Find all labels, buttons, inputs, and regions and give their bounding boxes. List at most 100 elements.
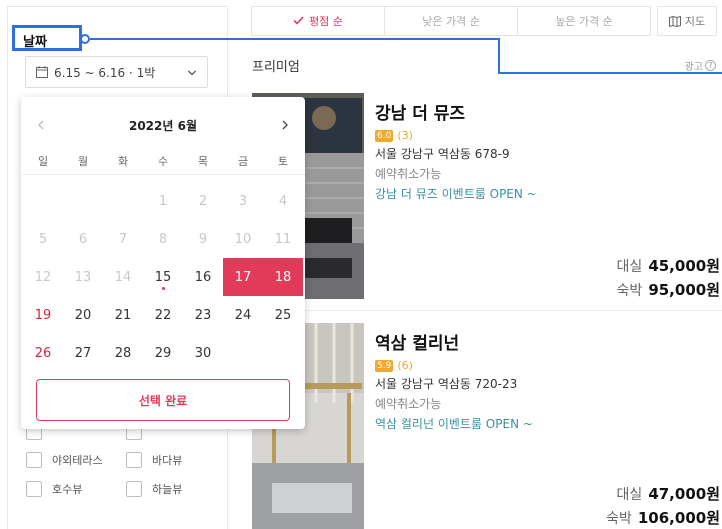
listing-rating: 5.9 (6) — [375, 359, 533, 372]
review-count: (3) — [397, 129, 413, 142]
calendar-day[interactable]: 20 — [63, 296, 103, 334]
checkbox[interactable] — [26, 481, 42, 497]
weekday-label: 수 — [157, 155, 169, 168]
calendar-day[interactable]: 23 — [183, 296, 223, 334]
annotation-line — [90, 38, 500, 40]
section-title: 프리미엄 — [252, 60, 300, 75]
calendar-day[interactable]: 22 — [143, 296, 183, 334]
calendar-empty-cell — [63, 182, 103, 220]
weekday-label: 일 — [37, 155, 49, 168]
calendar-day[interactable]: 28 — [103, 334, 143, 372]
calendar-day[interactable]: 15 — [143, 258, 183, 296]
calendar-icon — [36, 66, 48, 78]
calendar-days-grid: 1 2 3 4 5 6 7 8 9 10 11 12 13 14 15 16 17 18 19 20 21 22 23 24 2… — [21, 175, 305, 372]
listing-card[interactable]: 역삼 컬리넌 5.9 (6) 서울 강남구 역삼동 720-23 예약취소가능 … — [252, 323, 722, 529]
calendar-day[interactable]: 27 — [63, 334, 103, 372]
listing-card[interactable]: 강남 더 뮤즈 6.0 (3) 서울 강남구 역삼동 678-9 예약취소가능 … — [252, 93, 722, 299]
checkbox-lake-view[interactable]: 호수뷰 — [26, 481, 82, 497]
map-button[interactable]: 지도 — [657, 6, 717, 36]
listing-info: 강남 더 뮤즈 6.0 (3) 서울 강남구 역삼동 678-9 예약취소가능 … — [375, 99, 537, 202]
calendar-day[interactable]: 24 — [223, 296, 263, 334]
calendar-day[interactable]: 18 — [263, 258, 303, 296]
calendar-day: 7 — [118, 231, 128, 247]
listing-address: 서울 강남구 역삼동 720-23 — [375, 377, 518, 391]
calendar-day[interactable]: 25 — [263, 296, 303, 334]
calendar-popup: 2022년 6월 일 월 화 수 목 금 토 1 2 3 4 5 6 7 8 9 10 11 12 13… — [21, 97, 305, 429]
calendar-day: 3 — [238, 193, 248, 209]
calendar-empty-cell — [23, 182, 63, 220]
annotation-line — [498, 38, 500, 74]
listing-name[interactable]: 역삼 컬리넌 — [375, 329, 533, 354]
sort-label: 평점 순 — [309, 15, 343, 28]
calendar-day: 12 — [34, 269, 52, 285]
ad-label-text: 광고 — [684, 62, 703, 73]
listing-name[interactable]: 강남 더 뮤즈 — [375, 99, 537, 124]
review-count: (6) — [397, 359, 413, 372]
prev-month-button[interactable] — [31, 115, 51, 135]
stay-label: 숙박 — [606, 511, 632, 527]
calendar-day[interactable]: 19 — [23, 296, 63, 334]
rent-label: 대실 — [616, 487, 643, 503]
weekday-header: 일 월 화 수 목 금 토 — [21, 153, 305, 175]
sort-bar: 평점 순 낮은 가격 순 높은 가격 순 — [251, 6, 651, 36]
calendar-day[interactable]: 29 — [143, 334, 183, 372]
calendar-day: 14 — [114, 269, 132, 285]
calendar-month-title: 2022년 6월 — [128, 118, 197, 133]
rent-label: 대실 — [616, 259, 643, 275]
date-range-text: 6.15 ~ 6.16 · 1박 — [54, 65, 156, 80]
calendar-day[interactable]: 21 — [103, 296, 143, 334]
calendar-day: 4 — [278, 193, 288, 209]
checkbox-label: 야외테라스 — [52, 454, 103, 467]
calendar-day[interactable]: 17 — [223, 258, 263, 296]
listing-prices: 대실 47,000원 숙박 106,000원 — [606, 483, 720, 529]
rent-price: 47,000원 — [648, 485, 720, 503]
annotation-dot — [80, 34, 90, 44]
rating-score: 5.9 — [375, 359, 394, 372]
weekday-label: 금 — [237, 155, 249, 168]
listing-address: 서울 강남구 역삼동 678-9 — [375, 147, 510, 161]
calendar-day: 11 — [274, 231, 292, 247]
checkbox-outdoor-terrace[interactable]: 야외테라스 — [26, 452, 103, 468]
checkbox[interactable] — [26, 452, 42, 468]
checkbox[interactable] — [126, 481, 142, 497]
next-month-button[interactable] — [275, 115, 295, 135]
date-select[interactable]: 6.15 ~ 6.16 · 1박 — [25, 56, 208, 88]
calendar-day: 10 — [234, 231, 252, 247]
annotation-line — [498, 72, 722, 74]
calendar-day[interactable]: 16 — [183, 258, 223, 296]
calendar-empty-cell — [263, 334, 303, 372]
card-divider — [252, 310, 722, 311]
checkbox-sky-view[interactable]: 하늘뷰 — [126, 481, 182, 497]
date-filter-label: 날짜 — [12, 25, 82, 51]
weekday-label: 토 — [277, 155, 289, 168]
sort-low-price-button[interactable]: 낮은 가격 순 — [384, 6, 518, 36]
listing-cancel-policy: 예약취소가능 — [375, 397, 442, 411]
map-icon — [668, 15, 681, 27]
chevron-left-icon — [38, 120, 44, 130]
calendar-day[interactable]: 30 — [183, 334, 223, 372]
checkbox[interactable] — [126, 452, 142, 468]
question-icon: ? — [705, 60, 716, 71]
ad-label[interactable]: 광고 ? — [685, 58, 716, 73]
listing-rating: 6.0 (3) — [375, 129, 537, 142]
stay-price: 106,000원 — [637, 509, 720, 527]
page: 6.15 ~ 6.16 · 1박 야외테라스 바다뷰 호수뷰 하늘뷰 2022년… — [0, 0, 722, 529]
calendar-empty-cell — [223, 334, 263, 372]
calendar-header: 2022년 6월 — [21, 97, 305, 153]
stay-label: 숙박 — [616, 283, 643, 299]
weekday-label: 화 — [117, 155, 129, 168]
check-icon — [293, 15, 304, 28]
rent-price: 45,000원 — [648, 257, 720, 275]
sort-label: 높은 가격 순 — [555, 15, 613, 28]
stay-price: 95,000원 — [648, 281, 720, 299]
weekday-label: 목 — [197, 155, 209, 168]
sort-rating-button[interactable]: 평점 순 — [251, 6, 385, 36]
select-done-button[interactable]: 선택 완료 — [36, 379, 290, 421]
sort-high-price-button[interactable]: 높은 가격 순 — [517, 6, 651, 36]
calendar-day: 8 — [158, 231, 168, 247]
weekday-label: 월 — [77, 155, 89, 168]
calendar-day: 5 — [38, 231, 48, 247]
calendar-day[interactable]: 26 — [23, 334, 63, 372]
checkbox-ocean-view[interactable]: 바다뷰 — [126, 452, 182, 468]
calendar-empty-cell — [103, 182, 143, 220]
